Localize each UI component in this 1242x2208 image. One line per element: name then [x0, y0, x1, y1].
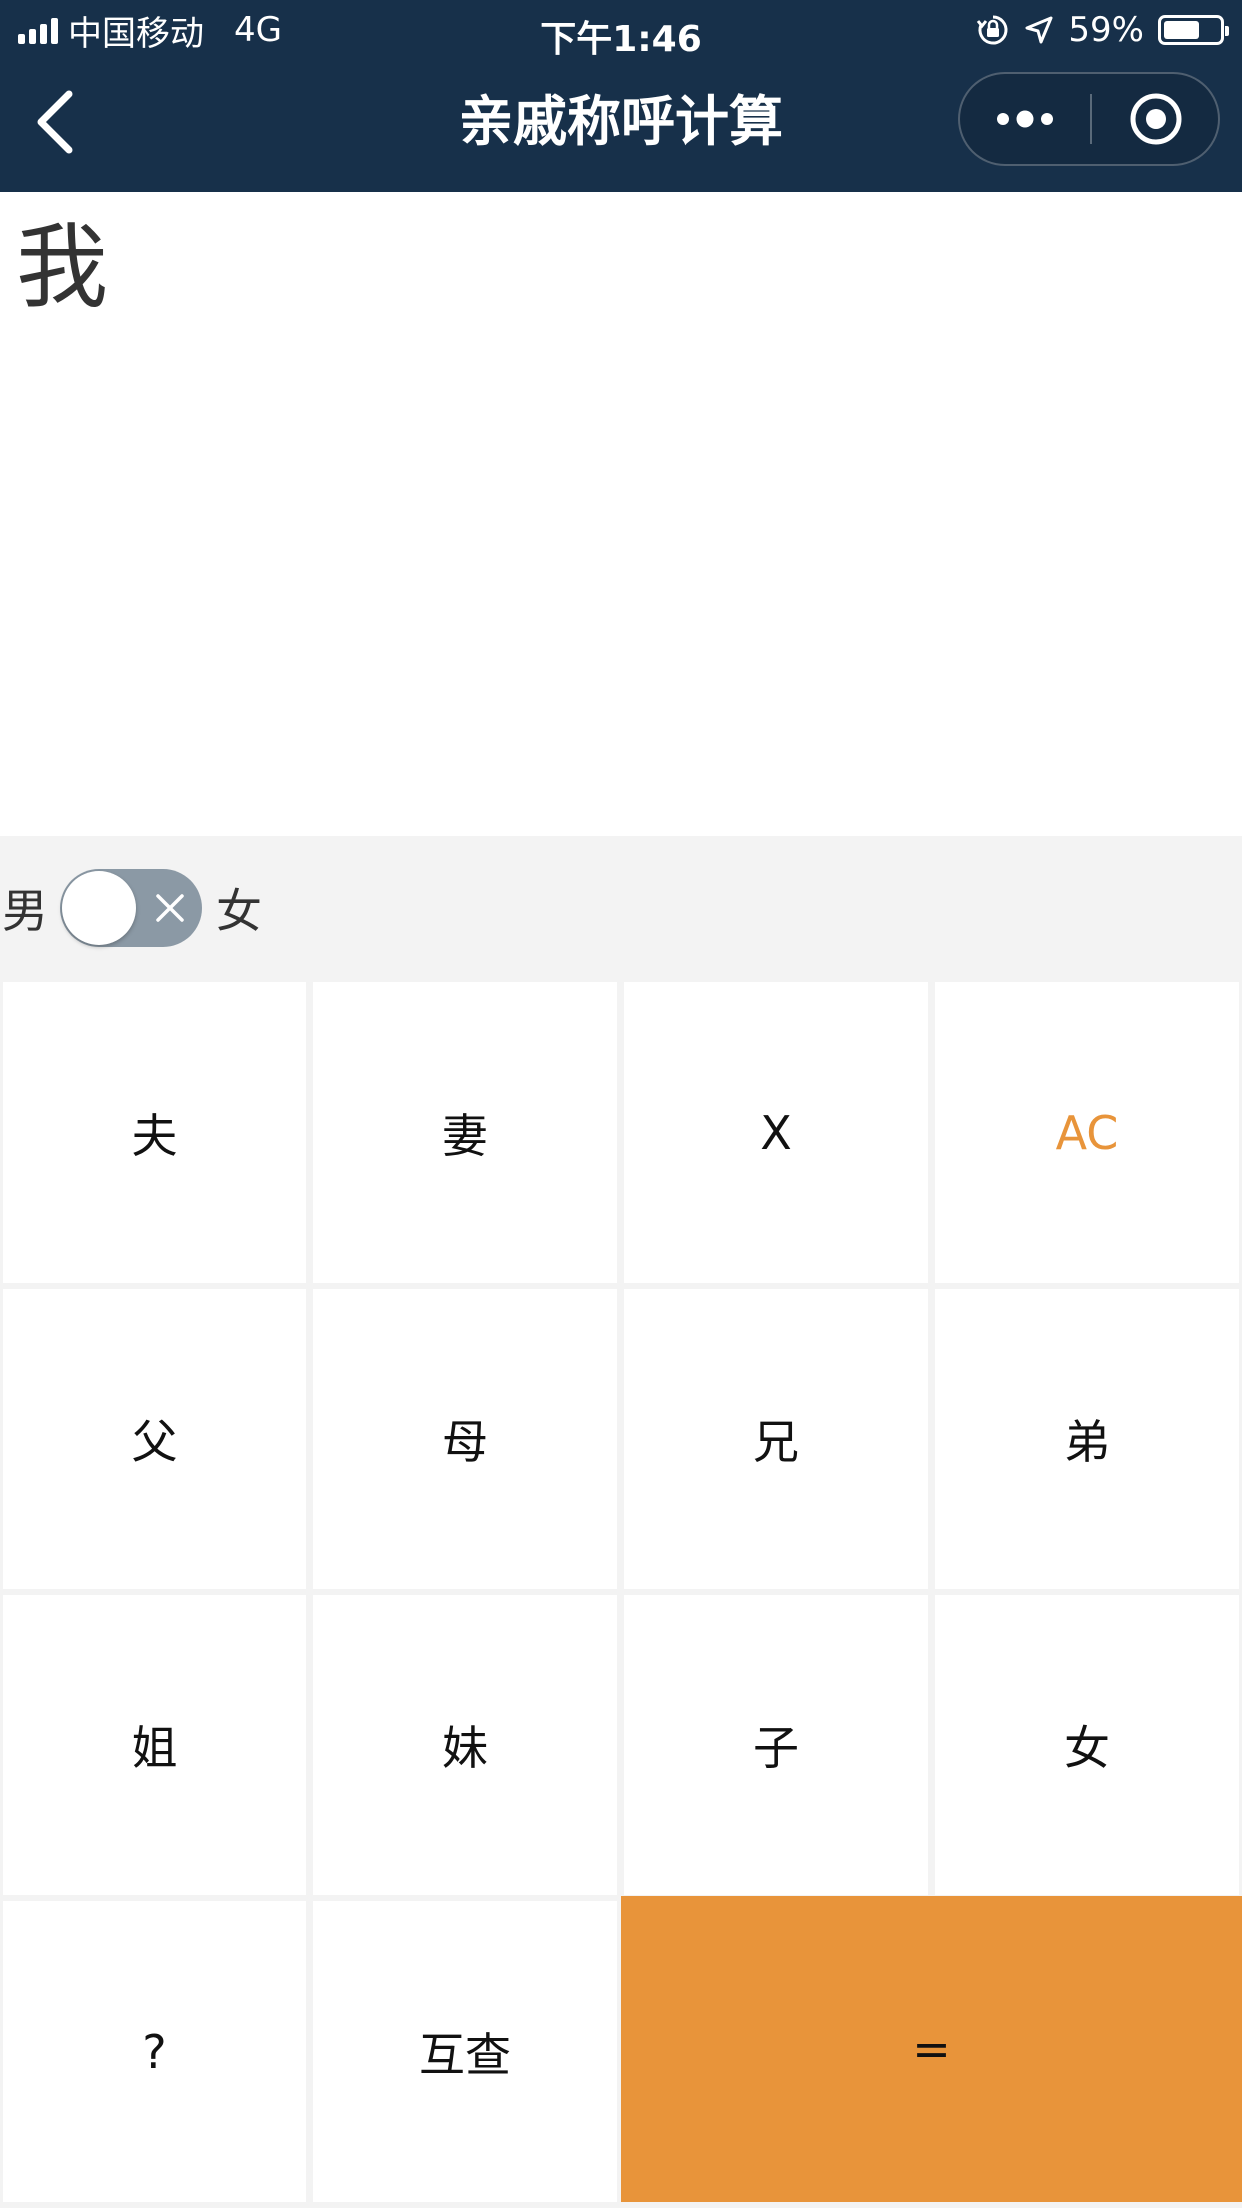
- key-younger-brother[interactable]: 弟: [935, 1289, 1239, 1589]
- key-elder-brother[interactable]: 兄: [624, 1289, 928, 1589]
- display-text: 我: [16, 214, 109, 321]
- location-icon: [1025, 16, 1053, 44]
- top-header: 中国移动 4G 下午1:46 59% 亲戚称呼计算: [0, 0, 1242, 192]
- key-clear[interactable]: AC: [935, 982, 1239, 1283]
- key-son[interactable]: 子: [624, 1595, 928, 1895]
- battery-percent: 59%: [1068, 10, 1144, 50]
- key-backspace[interactable]: X: [624, 982, 928, 1283]
- key-mutual-check[interactable]: 互查: [313, 1901, 617, 2202]
- toggle-knob: [62, 871, 136, 945]
- gender-toggle[interactable]: [60, 869, 202, 947]
- page: 中国移动 4G 下午1:46 59% 亲戚称呼计算 我 男 女 夫 妻 X AC…: [0, 0, 1242, 2208]
- gender-female-label: 女: [216, 884, 262, 938]
- result-display: 我: [0, 192, 1242, 836]
- nav-bar: 亲戚称呼计算: [0, 62, 1242, 192]
- key-mother[interactable]: 母: [313, 1289, 617, 1589]
- battery-tip: [1225, 26, 1229, 36]
- rotation-lock-icon: [977, 15, 1008, 45]
- gender-row: 男 女: [0, 836, 1242, 980]
- back-chevron-icon: [37, 90, 73, 154]
- target-close-icon: [1130, 93, 1182, 145]
- mini-program-capsule: [958, 72, 1220, 166]
- key-equals[interactable]: =: [621, 1896, 1242, 2202]
- battery-icon: [1158, 15, 1229, 45]
- key-elder-sister[interactable]: 姐: [3, 1595, 306, 1895]
- gender-male-label: 男: [2, 884, 48, 938]
- more-button[interactable]: [960, 74, 1090, 164]
- more-dots-icon: [997, 110, 1053, 128]
- close-icon: [156, 894, 184, 922]
- key-daughter[interactable]: 女: [935, 1595, 1239, 1895]
- status-bar: 中国移动 4G 下午1:46 59%: [0, 0, 1242, 62]
- back-button[interactable]: [20, 87, 90, 157]
- key-husband[interactable]: 夫: [3, 982, 306, 1283]
- key-father[interactable]: 父: [3, 1289, 306, 1589]
- status-right: 59%: [976, 10, 1229, 50]
- close-mini-program-button[interactable]: [1092, 74, 1220, 164]
- key-younger-sister[interactable]: 妹: [313, 1595, 617, 1895]
- key-wife[interactable]: 妻: [313, 982, 617, 1283]
- keypad: 夫 妻 X AC 父 母 兄 弟 姐 妹 子 女 ? 互查 =: [0, 980, 1242, 2208]
- battery-fill: [1164, 21, 1200, 39]
- key-question[interactable]: ?: [3, 1901, 306, 2202]
